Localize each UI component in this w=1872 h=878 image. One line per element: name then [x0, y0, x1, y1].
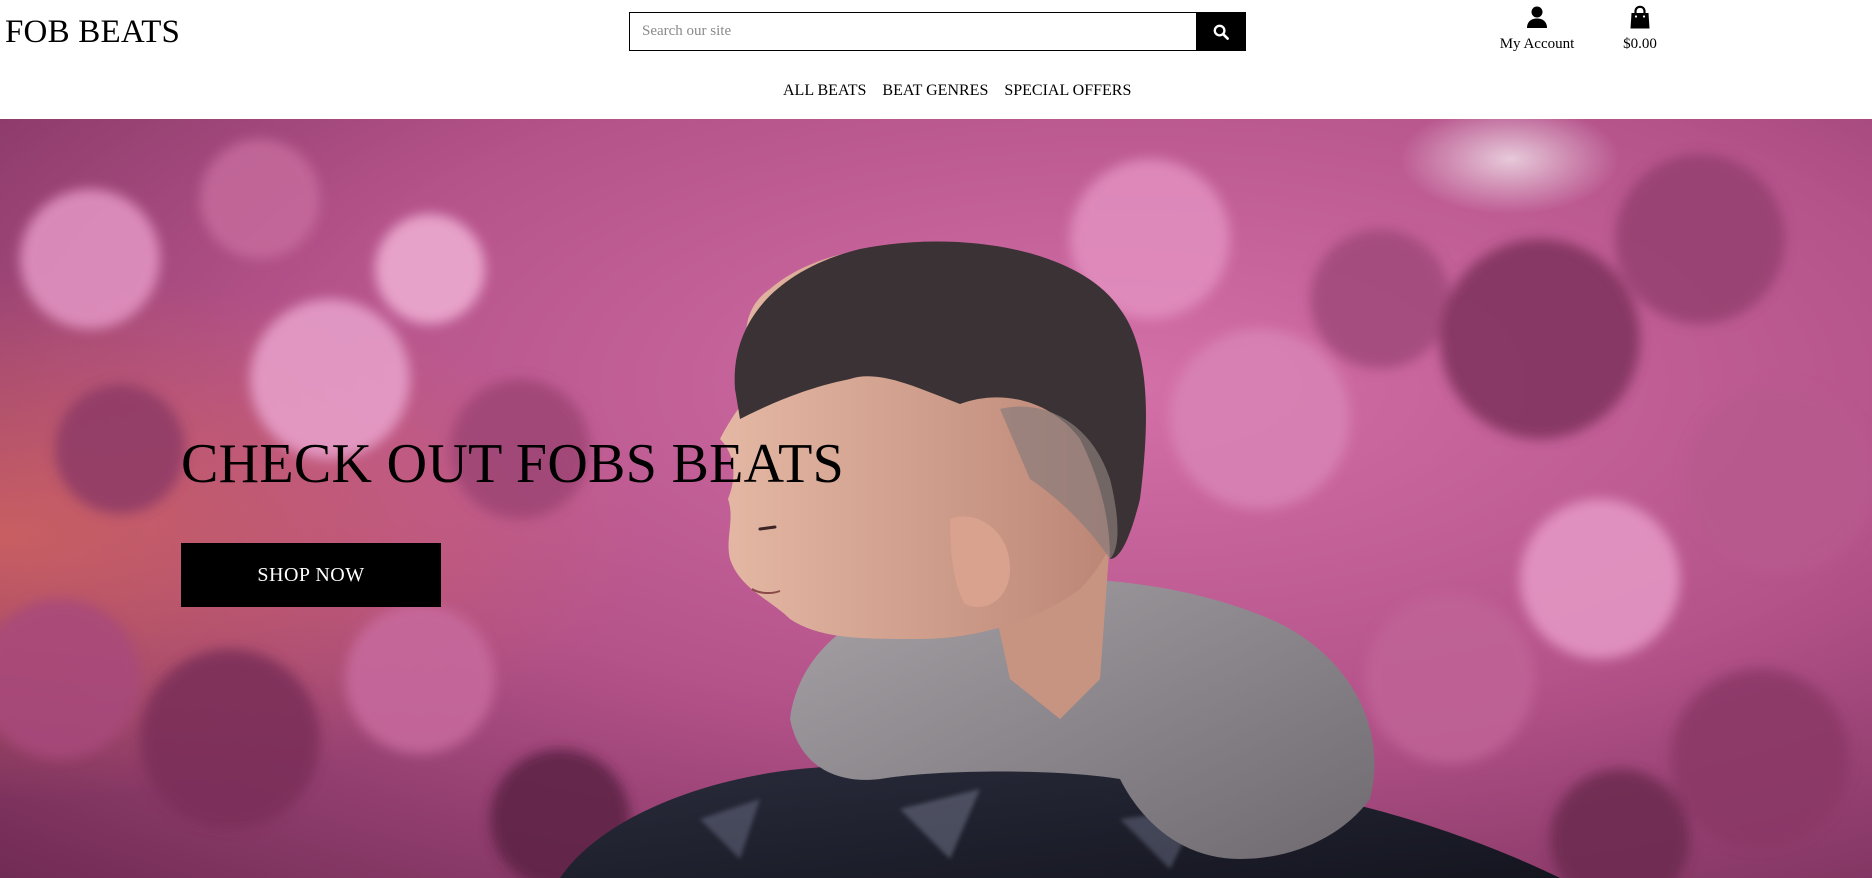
user-icon — [1527, 6, 1547, 28]
brand-logo-link[interactable]: FOB BEATS — [5, 12, 180, 52]
search-icon — [1213, 24, 1229, 40]
my-account-label: My Account — [1499, 36, 1575, 52]
cart-link[interactable]: $0.00 — [1612, 4, 1668, 54]
site-header: FOB BEATS My Account $0.00 ALL BEATS BEA… — [0, 0, 1872, 119]
hero-banner: CHECK OUT FOBS BEATS SHOP NOW — [0, 119, 1872, 878]
nav-special-offers[interactable]: SPECIAL OFFERS — [1004, 79, 1131, 103]
search-form — [629, 12, 1246, 51]
search-input[interactable] — [630, 13, 1196, 50]
shopping-bag-icon — [1630, 5, 1650, 29]
nav-all-beats[interactable]: ALL BEATS — [783, 79, 866, 103]
shop-now-button[interactable]: SHOP NOW — [181, 543, 441, 607]
nav-beat-genres[interactable]: BEAT GENRES — [882, 79, 988, 103]
cart-total: $0.00 — [1623, 36, 1657, 52]
hero-background-image — [0, 119, 1872, 878]
hero-title: CHECK OUT FOBS BEATS — [181, 433, 845, 495]
main-navigation: ALL BEATS BEAT GENRES SPECIAL OFFERS — [0, 79, 1872, 103]
my-account-link[interactable]: My Account — [1490, 4, 1584, 54]
search-button[interactable] — [1196, 13, 1245, 50]
